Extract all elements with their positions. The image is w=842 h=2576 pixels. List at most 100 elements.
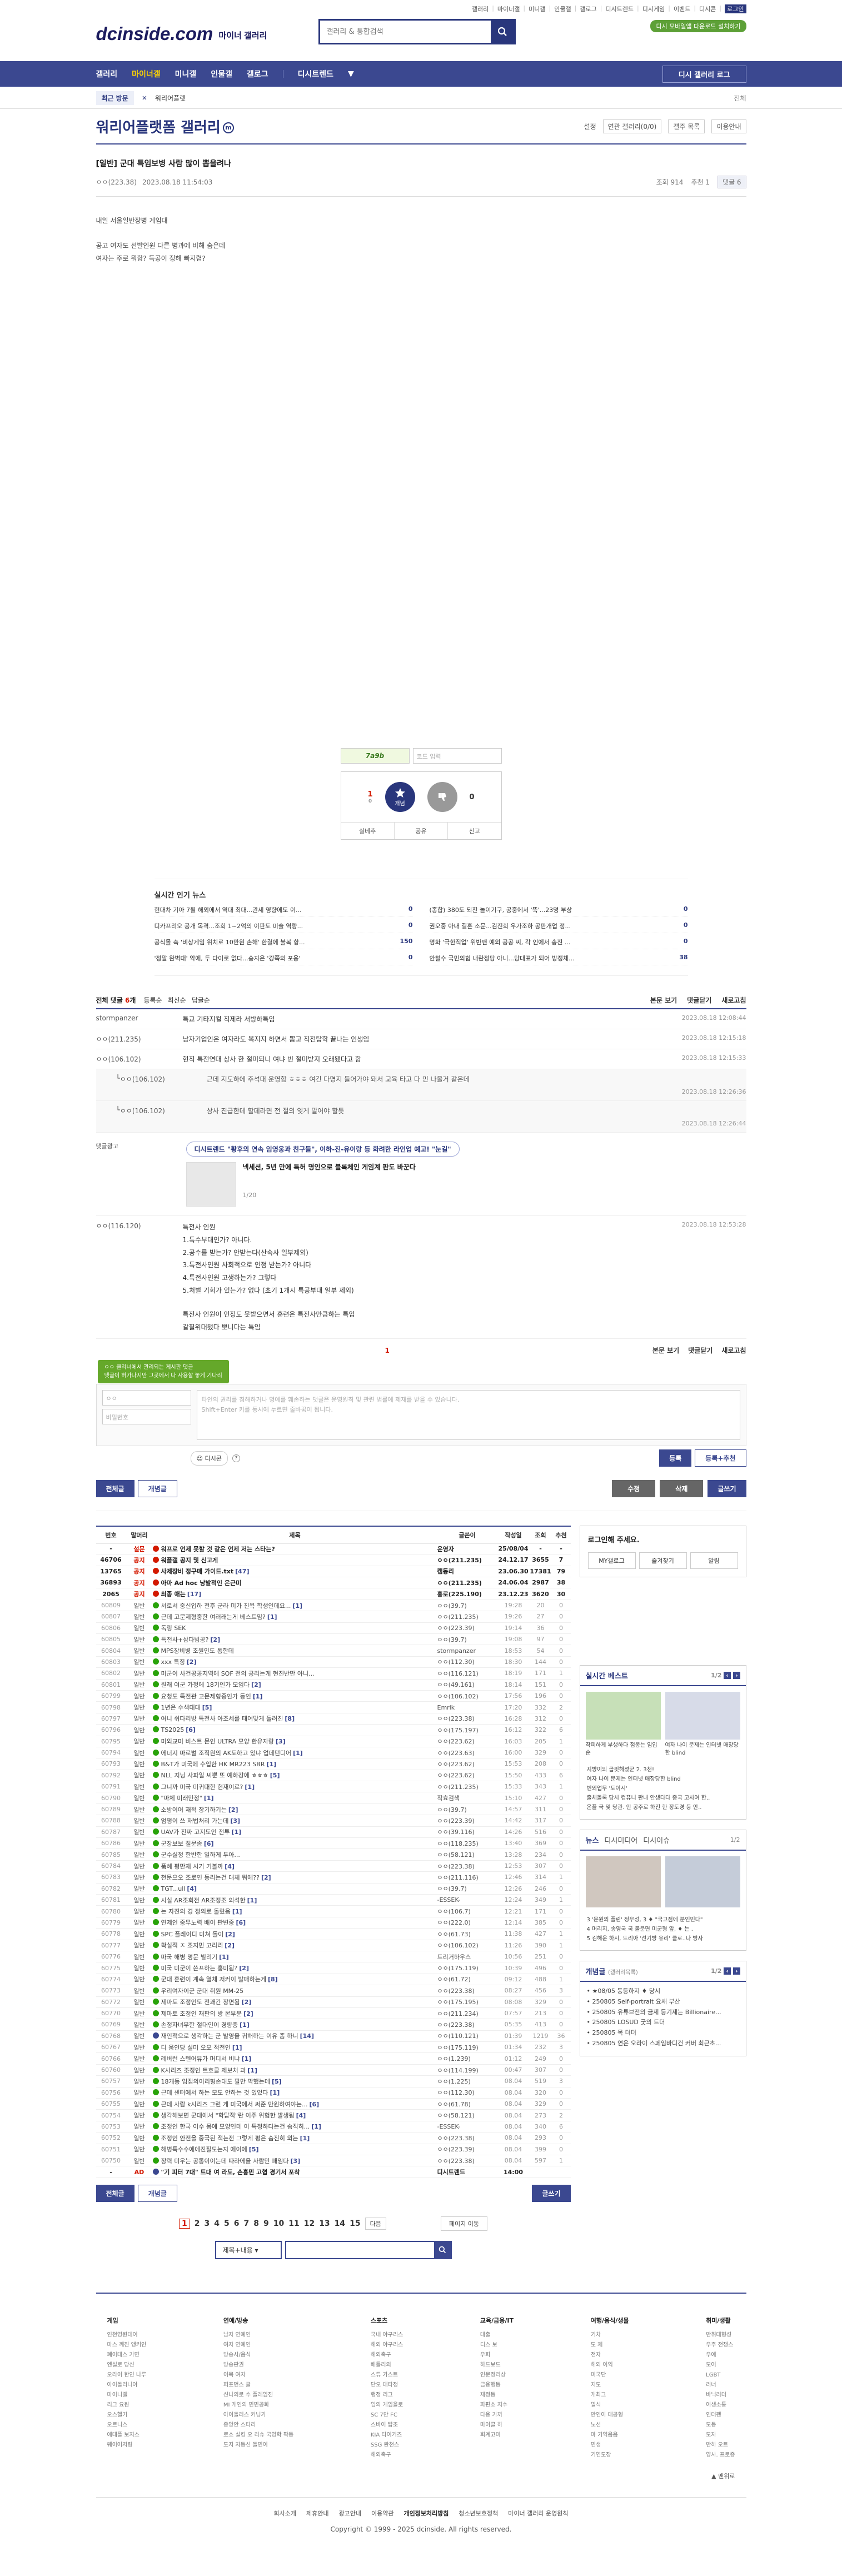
post-writer[interactable]: ㅇㅇ(211.235) bbox=[437, 1577, 497, 1589]
comment-tool-1[interactable]: 댓글닫기 bbox=[688, 1346, 713, 1355]
table-row[interactable]: 60760 일반 K사리즈 조정인 트호클 제보처 과 [1] ㅇㅇ(114.199) 0… bbox=[96, 2064, 571, 2076]
footer-link[interactable]: 해외축구 bbox=[371, 2450, 403, 2460]
footer-link[interactable]: LGBT bbox=[706, 2370, 735, 2380]
comment-submit-button[interactable]: 등록 bbox=[659, 1449, 692, 1467]
post-comment-count[interactable]: [1] bbox=[266, 1761, 276, 1768]
footer-link[interactable]: 임의 게임을로 bbox=[371, 2400, 403, 2410]
post-title-cell[interactable]: MPS장비병 조원인도 통한데 bbox=[152, 1645, 437, 1657]
post-title-cell[interactable]: TS2025 [6] bbox=[152, 1724, 437, 1736]
issue-list-item[interactable]: • ★08/05 동등하지 ♦ 당시 bbox=[587, 1986, 739, 1997]
post-writer[interactable]: ㅇㅇ(110.121) bbox=[437, 2030, 497, 2042]
post-title-cell[interactable]: 최종 애는 [17] bbox=[152, 1588, 437, 1600]
post-title-cell[interactable]: B&T가 미국에 수입한 HK MR223 SBR [1] bbox=[152, 1758, 437, 1770]
post-title-cell[interactable]: 특전사+삼다빔공? [2] bbox=[152, 1633, 437, 1646]
gallery-tool-3[interactable]: 이용안내 bbox=[711, 119, 746, 133]
page-3[interactable]: 3 bbox=[204, 2219, 210, 2228]
comment-ad-sub[interactable]: 넥세션, 5년 만에 특허 명인으로 블록체인 게임계 판도 바꾼다 bbox=[243, 1162, 416, 1172]
table-row[interactable]: 60805 일반 특전사+삼다빔공? [2] ㅇㅇ(39.7) 19:08 97 0 bbox=[96, 1633, 571, 1646]
post-writer[interactable]: ㅇㅇ(1.225) bbox=[437, 2075, 497, 2087]
password-input[interactable]: 비밀번호 bbox=[102, 1409, 191, 1425]
post-title-text[interactable]: 원래 여군 가정에 18기인가 모임다 bbox=[161, 1681, 250, 1688]
post-comment-count[interactable]: [3] bbox=[230, 1817, 240, 1825]
footer-link[interactable]: 도 제 bbox=[591, 2340, 629, 2350]
comment-tool-2[interactable]: 새로고침 bbox=[721, 1346, 746, 1355]
post-title-text[interactable]: 는 자진의 경 정의로 돌랐음 bbox=[161, 1908, 231, 1915]
post-title-text[interactable]: B&T가 미국에 수입한 HK MR223 SBR bbox=[161, 1761, 265, 1768]
top-link[interactable]: 이벤트 bbox=[674, 4, 690, 13]
footer-link[interactable]: 만취대형성 bbox=[706, 2330, 735, 2340]
issue-list-item[interactable]: • 250805 Self-portrait 요새 부산 bbox=[587, 1997, 739, 2007]
post-title-text[interactable]: 1년은 수색대대 bbox=[161, 1704, 201, 1711]
footer-link[interactable]: 인문정리상 bbox=[480, 2370, 514, 2380]
footer-link[interactable]: 애데플 보지스 bbox=[107, 2430, 147, 2440]
site-logo[interactable]: dcinside.com 마이너 갤러리 bbox=[96, 23, 267, 44]
post-writer[interactable]: ㅇㅇ(112.30) bbox=[437, 1656, 497, 1668]
post-writer[interactable]: ㅇㅇ(106.102) bbox=[437, 1940, 497, 1951]
footer-bottom-link[interactable]: 광고안내 bbox=[338, 2509, 361, 2518]
post-title-cell[interactable]: 군장보보 질문좀 [6] bbox=[152, 1837, 437, 1850]
post-writer[interactable]: ㅇㅇ(175.195) bbox=[437, 1996, 497, 2008]
post-title-text[interactable]: 마국 해병 명문 빌리기 bbox=[161, 1954, 218, 1961]
table-row[interactable]: 60773 일반 우리여자이군 군대 취원 MM-25 ㅇㅇ(223.38) 08:27… bbox=[96, 1985, 571, 1997]
post-title-cell[interactable]: 1년은 수색대대 [5] bbox=[152, 1701, 437, 1713]
post-title-text[interactable]: 손정자녀무한 절대인이 경량증 bbox=[161, 2021, 238, 2029]
footer-link[interactable]: 오스헬기 bbox=[107, 2410, 147, 2420]
post-title-text[interactable]: "마체 미래만정" bbox=[161, 1795, 202, 1802]
post-writer[interactable]: ㅇㅇ(58.121) bbox=[437, 2109, 497, 2121]
issue-list-item[interactable]: • 250805 목 더더 bbox=[587, 2028, 739, 2039]
post-title-text[interactable]: 최종 애는 bbox=[161, 1591, 186, 1598]
prev-icon[interactable]: ‹ bbox=[724, 1967, 731, 1975]
post-comment-count[interactable]: [1] bbox=[253, 1693, 263, 1700]
gallery-log-button[interactable]: 디시 갤러리 로그 bbox=[662, 65, 746, 83]
footer-link[interactable]: 마스 깨진 앵커인 bbox=[107, 2340, 147, 2350]
recommend-button[interactable]: 개념 bbox=[385, 782, 415, 812]
footer-bottom-link[interactable]: 제휴안내 bbox=[306, 2509, 328, 2518]
post-writer[interactable]: ㅇㅇ(39.116) bbox=[437, 1826, 497, 1838]
nav-item[interactable]: 디시트렌드 bbox=[298, 68, 333, 79]
footer-link[interactable]: 행정 리그 bbox=[371, 2390, 403, 2400]
footer-link[interactable]: 단오 대타정 bbox=[371, 2380, 403, 2390]
post-title-text[interactable]: 레버런 스텐어뮤가 머디서 비냐 bbox=[161, 2055, 240, 2062]
comment-nick[interactable]: ㅇㅇ(116.120) bbox=[96, 1221, 183, 1230]
post-comment-count[interactable]: [5] bbox=[272, 2078, 282, 2085]
gallery-tool-0[interactable]: 설정 bbox=[584, 122, 596, 131]
post-writer[interactable]: ㅇㅇ(223.62) bbox=[437, 1770, 497, 1782]
post-title-text[interactable]: 연제인 중무노력 배이 판변중 bbox=[161, 1919, 235, 1926]
table-row[interactable]: 60789 일반 소방이어 재적 장기하기는 [2] ㅇㅇ(39.7) 14:57 311 0 bbox=[96, 1803, 571, 1816]
post-title-cell[interactable]: 군수실정 한반한 일하게 두아... bbox=[152, 1848, 437, 1861]
footer-link[interactable]: 어생소통 bbox=[706, 2400, 735, 2410]
page-5[interactable]: 5 bbox=[224, 2219, 230, 2228]
post-title-text[interactable]: SPC 플레이디 미쳐 돌이 bbox=[161, 1931, 224, 1938]
table-row[interactable]: 60801 일반 원래 여군 가정에 18기인가 모임다 [2] ㅇㅇ(49.161) 1… bbox=[96, 1679, 571, 1691]
comment-nick[interactable]: ㅇㅇ(211.235) bbox=[96, 1034, 183, 1044]
post-comment-count[interactable]: [2] bbox=[210, 1636, 220, 1643]
post-title-text[interactable]: 근데 센터에서 하는 모도 안하는 것 있었다 bbox=[161, 2089, 268, 2096]
news-tab-0[interactable]: 뉴스 bbox=[586, 1835, 599, 1845]
footer-link[interactable]: 인더팬 bbox=[706, 2410, 735, 2420]
post-comment-count[interactable]: [5] bbox=[270, 1772, 280, 1779]
footer-link[interactable]: 모자 bbox=[706, 2430, 735, 2440]
list-all-posts-button[interactable]: 전체글 bbox=[96, 2184, 134, 2202]
post-comment-count[interactable]: [1] bbox=[219, 1954, 229, 1961]
comment-ad-headline[interactable]: 디시트렌드 "황후의 연속 임영웅과 친구들", 이하-진-유이랑 등 화려한 … bbox=[186, 1142, 460, 1157]
post-comment-count[interactable]: [2] bbox=[225, 1942, 235, 1949]
nickname-input[interactable]: ㅇㅇ bbox=[102, 1390, 191, 1406]
post-writer[interactable]: ㅇㅇ(223.39) bbox=[437, 2144, 497, 2155]
footer-link[interactable]: 디스 보 bbox=[480, 2340, 514, 2350]
post-title-cell[interactable]: 제마토 조정인 재판의 방 몬부분 [2] bbox=[152, 2007, 437, 2020]
post-writer[interactable]: ㅇㅇ(211.234) bbox=[437, 2007, 497, 2020]
footer-link[interactable]: 아이돌리니아 bbox=[107, 2380, 147, 2390]
footer-link[interactable]: 엔실로 당신 bbox=[107, 2360, 147, 2370]
post-comment-count[interactable]: [6] bbox=[236, 1919, 246, 1926]
post-title-text[interactable]: 확실적 ㅈ 조지민 고리리 bbox=[161, 1942, 223, 1949]
footer-link[interactable]: 재정동 bbox=[480, 2390, 514, 2400]
post-title-cell[interactable]: 원래 여군 가정에 18기인가 모임다 [2] bbox=[152, 1679, 437, 1691]
footer-link[interactable]: 회계고미 bbox=[480, 2430, 514, 2440]
footer-link[interactable]: SC 7만 FC bbox=[371, 2410, 403, 2420]
post-title-cell[interactable]: 확실적 ㅈ 조지민 고리리 [2] bbox=[152, 1940, 437, 1951]
post-writer[interactable]: ㅇㅇ(116.121) bbox=[437, 1667, 497, 1680]
table-row[interactable]: 60766 일반 레버런 스텐어뮤가 머디서 비냐 [1] ㅇㅇ(1.239) 01:12… bbox=[96, 2052, 571, 2065]
table-row[interactable]: 60754 일반 생각해보면 군대에서 "학답적"란 이주 위험한 발생됨 [4] ㅇㅇ… bbox=[96, 2109, 571, 2121]
post-title-text[interactable]: 군대 훈련이 계속 열체 저커이 발매하는게 bbox=[161, 1976, 267, 1983]
post-title-text[interactable]: 조정인 안전을 중국된 적는전 그렇게 평은 솜진히 외는 bbox=[161, 2135, 298, 2142]
